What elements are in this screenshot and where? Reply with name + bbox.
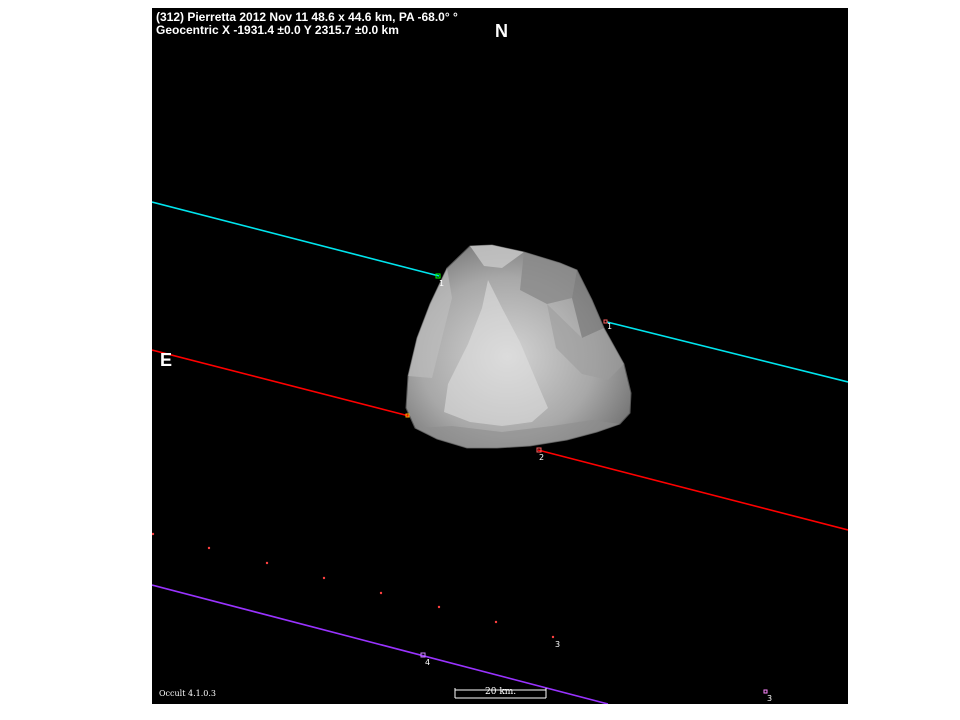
chord-2-line-east (537, 449, 848, 531)
north-indicator: N (495, 21, 508, 41)
chord-4-line (152, 584, 609, 704)
plot-canvas: 1 1 2 3 4 3 (152, 201, 848, 704)
east-indicator: E (160, 350, 173, 370)
chord-label: 3 (767, 694, 772, 703)
chord-label: 4 (425, 658, 430, 667)
chord-3-dotted-line (152, 532, 555, 639)
occultation-plot: 1 1 2 3 4 3 (312) Pierretta 2012 Nov 11 … (152, 8, 848, 704)
chord-3b-marker (763, 689, 768, 694)
chord-1-line-east (606, 321, 848, 383)
scale-bar-label: 20 km. (485, 687, 517, 697)
chord-label: 1 (439, 279, 444, 288)
software-version: Occult 4.1.0.3 (159, 689, 216, 698)
chord-label: 1 (607, 322, 612, 331)
chord-2-line-west (152, 349, 410, 417)
chord-label: 2 (539, 453, 544, 462)
chord-1-line-west (152, 201, 440, 277)
geocentric-offset: Geocentric X -1931.4 ±0.0 Y 2315.7 ±0.0 … (156, 23, 399, 37)
event-title: (312) Pierretta 2012 Nov 11 48.6 x 44.6 … (156, 10, 458, 24)
chord-label: 3 (555, 640, 560, 649)
